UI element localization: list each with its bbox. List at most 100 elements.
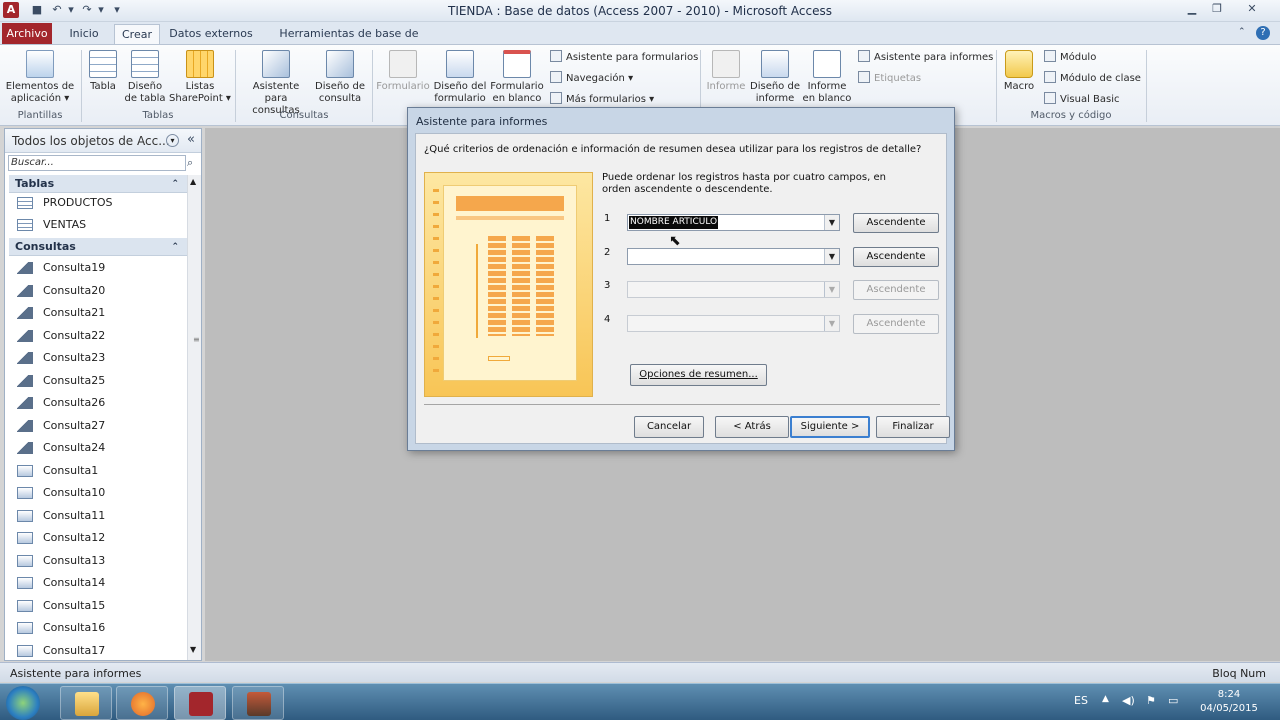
listas-sharepoint-button[interactable]: Listas SharePoint ▾ [168,50,232,105]
cancel-button[interactable]: Cancelar [634,416,704,438]
list-item[interactable]: Consulta14 [13,572,183,594]
dropdown-arrow-icon[interactable]: ▼ [824,282,839,297]
sort-field-select[interactable]: ▼ [627,248,840,265]
network-icon[interactable]: ▭ [1168,694,1178,707]
group-separator [372,50,373,122]
list-item[interactable]: VENTAS [13,214,183,236]
nav-header[interactable]: Todos los objetos de Acc... ▾ « [5,129,201,153]
asistente-informes-button[interactable]: Asistente para informes [858,50,993,65]
select-query-icon [17,554,33,567]
back-button[interactable]: < Atrás [715,416,789,438]
asistente-formularios-button[interactable]: Asistente para formularios [550,50,698,65]
navegacion-button[interactable]: Navegación ▾ [550,71,633,86]
diseno-consulta-button[interactable]: Diseño de consulta [312,50,368,105]
nav-menu-dropdown-icon[interactable]: ▾ [166,134,179,147]
scroll-up-icon[interactable]: ▲ [190,177,196,186]
list-item[interactable]: Consulta22 [13,325,183,347]
sort-order-button[interactable]: Ascendente [853,314,939,334]
dropdown-arrow-icon[interactable]: ▼ [824,249,839,264]
list-item[interactable]: Consulta17 [13,640,183,662]
list-item[interactable]: Consulta25 [13,370,183,392]
list-item[interactable]: Consulta11 [13,505,183,527]
informe-blanco-button[interactable]: Informe en blanco [802,50,852,105]
list-item[interactable]: Consulta27 [13,415,183,437]
close-icon[interactable]: ✕ [1238,1,1266,17]
volume-icon[interactable]: ◀) [1122,694,1135,707]
language-indicator[interactable]: ES [1074,694,1088,707]
sort-level-number: 3 [604,280,611,291]
section-consultas[interactable]: Consultas ⌃ [9,238,187,256]
list-item[interactable]: Consulta10 [13,482,183,504]
dropdown-arrow-icon[interactable]: ▼ [824,316,839,331]
sort-order-button[interactable]: Ascendente [853,213,939,233]
modulo-button[interactable]: Módulo [1044,50,1096,65]
list-item[interactable]: Consulta16 [13,617,183,639]
restore-icon[interactable]: ❐ [1203,1,1231,17]
mas-formularios-button[interactable]: Más formularios ▾ [550,92,654,107]
start-button[interactable] [6,686,40,720]
list-item[interactable]: Consulta21 [13,302,183,324]
clock[interactable]: 8:24 04/05/2015 [1194,688,1264,716]
item-label: Consulta23 [43,351,106,364]
collapse-nav-icon[interactable]: « [187,132,195,147]
sort-field-select[interactable]: ▼ [627,315,840,332]
item-label: Consulta24 [43,441,106,454]
taskbar-media-player[interactable] [116,686,168,720]
list-item[interactable]: Consulta1 [13,460,183,482]
sort-order-button[interactable]: Ascendente [853,280,939,300]
clock-time: 8:24 [1217,689,1241,700]
sort-order-button[interactable]: Ascendente [853,247,939,267]
item-label: Consulta20 [43,283,106,297]
help-icon[interactable]: ? [1256,26,1270,40]
illustration-page [443,185,577,381]
taskbar-access[interactable] [174,686,226,720]
tab-archivo[interactable]: Archivo [2,23,52,44]
diseno-informe-button[interactable]: Diseño de informe [748,50,802,105]
summary-options-button[interactable]: Opciones de resumen... [630,364,767,386]
list-item[interactable]: Consulta20 [13,280,183,302]
taskbar-app[interactable] [232,686,284,720]
tabla-button[interactable]: Tabla [86,50,120,93]
list-item[interactable]: Consulta15 [13,595,183,617]
asistente-consultas-button[interactable]: Asistente para consultas [240,50,312,117]
tab-herramientas[interactable]: Herramientas de base de datos [266,24,432,60]
diseno-formulario-button[interactable]: Diseño del formulario [432,50,488,105]
collapse-section-icon[interactable]: ⌃ [171,238,179,256]
scroll-down-icon[interactable]: ▼ [190,645,196,654]
dropdown-arrow-icon[interactable]: ▼ [824,215,839,230]
show-hidden-icons-icon[interactable]: ▲ [1102,694,1109,704]
list-item[interactable]: Consulta23 [13,347,183,369]
list-item[interactable]: Consulta26 [13,392,183,414]
action-center-icon[interactable]: ⚑ [1146,694,1156,707]
macro-button[interactable]: Macro [1000,50,1038,93]
visual-basic-button[interactable]: Visual Basic [1044,92,1120,107]
nav-search-input[interactable]: Buscar... [8,155,186,171]
nav-scrollbar[interactable]: ▲ ▼ ≡ [187,175,201,660]
section-tablas[interactable]: Tablas ⌃ [9,175,187,193]
search-icon[interactable]: ⌕ [187,156,193,170]
minimize-icon[interactable]: ▁ [1178,1,1206,17]
list-item[interactable]: Consulta24 [13,437,183,459]
informe-button[interactable]: Informe [704,50,748,93]
sort-field-select[interactable]: ▼ [627,281,840,298]
etiquetas-button[interactable]: Etiquetas [858,71,921,86]
tab-crear[interactable]: Crear [114,24,160,44]
tab-inicio[interactable]: Inicio [62,24,106,44]
formulario-blanco-button[interactable]: Formulario en blanco [488,50,546,105]
elementos-aplicacion-button[interactable]: Elementos de aplicación ▾ [4,50,76,105]
tab-datos-externos[interactable]: Datos externos [168,24,254,44]
next-button[interactable]: Siguiente > [790,416,870,438]
modulo-clase-button[interactable]: Módulo de clase [1044,71,1141,86]
list-item[interactable]: PRODUCTOS [13,192,183,214]
collapse-section-icon[interactable]: ⌃ [171,175,179,193]
sort-field-select[interactable]: NOMBRE ARTICULO ▼ [627,214,840,231]
formulario-button[interactable]: Formulario [376,50,430,93]
list-item[interactable]: Consulta13 [13,550,183,572]
taskbar-explorer[interactable] [60,686,112,720]
app-icon [247,692,271,716]
list-item[interactable]: Consulta19 [13,257,183,279]
list-item[interactable]: Consulta12 [13,527,183,549]
diseno-tabla-button[interactable]: Diseño de tabla [122,50,168,105]
finish-button[interactable]: Finalizar [876,416,950,438]
minimize-ribbon-icon[interactable]: ⌃ [1238,27,1250,39]
